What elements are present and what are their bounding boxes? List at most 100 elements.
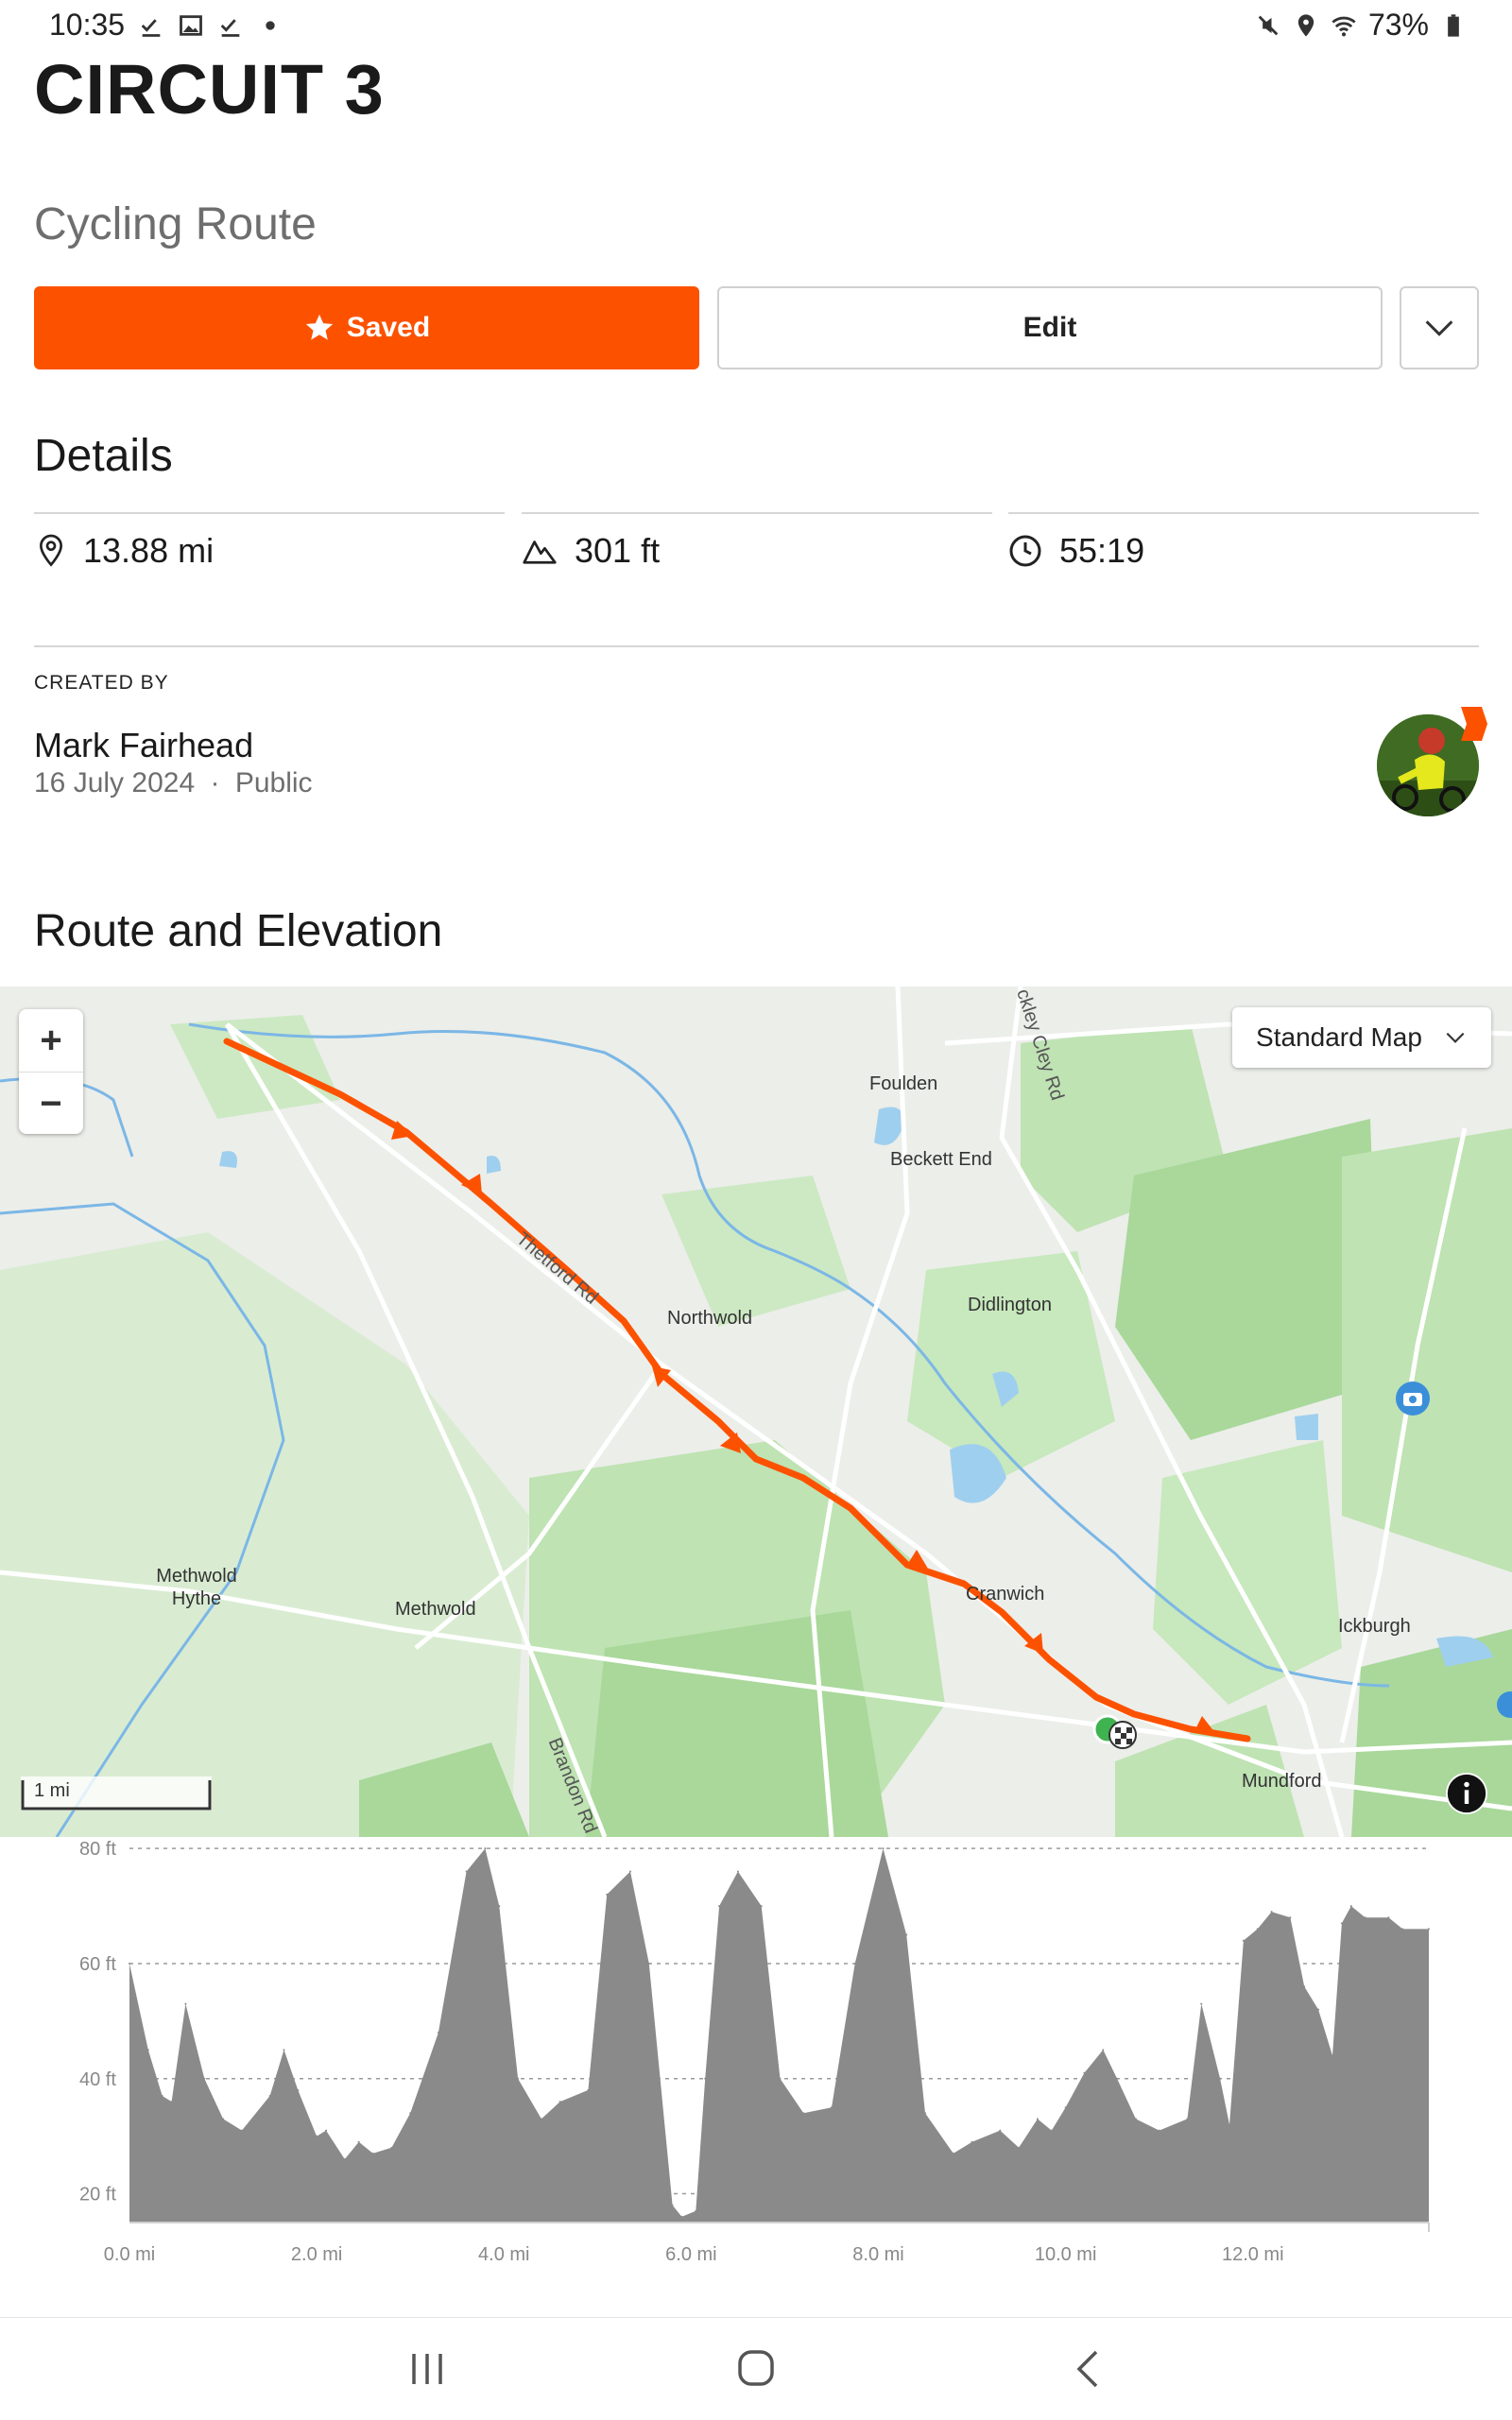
place-label-foulden: Foulden (869, 1073, 938, 1094)
elevation-point (1116, 2077, 1119, 2080)
stat-divider (34, 512, 505, 514)
elevation-point (1102, 2049, 1105, 2051)
map-info-button[interactable] (1446, 1773, 1487, 1814)
status-bar: 10:35 73% (0, 0, 1512, 51)
elevation-point (1158, 2129, 1160, 2132)
elevation-point (161, 2095, 163, 2098)
route-map[interactable]: Foulden Beckett End Northwold Didlington… (0, 987, 1512, 1837)
elevation-point (882, 1847, 885, 1850)
elevation-point (671, 2204, 674, 2206)
elevation-y-tick: 60 ft (79, 1954, 116, 1975)
place-label-cranwich: Cranwich (966, 1584, 1045, 1605)
map-canvas (0, 987, 1512, 1837)
elevation-point (222, 2118, 225, 2120)
elevation-point (1219, 2077, 1222, 2080)
wifi-icon (1332, 16, 1356, 36)
info-icon (1447, 1774, 1486, 1813)
edit-button[interactable]: Edit (717, 286, 1383, 369)
place-label-methwold-hythe: Methwold Hythe (156, 1566, 237, 1609)
elevation-x-tick: 6.0 mi (665, 2244, 716, 2265)
elevation-point (647, 1962, 650, 1965)
elevation-point (718, 1905, 721, 1908)
elevation-point (316, 2135, 318, 2137)
saved-button[interactable]: Saved (34, 286, 699, 369)
elevation-y-tick: 40 ft (79, 2069, 116, 2090)
elevation-point (1349, 1905, 1352, 1908)
elevation-point (587, 2088, 590, 2091)
elevation-point (146, 2049, 149, 2051)
elevation-point (129, 1962, 130, 1965)
elevation-point (170, 2101, 173, 2103)
elevation-point (268, 2095, 271, 2098)
created-date: 16 July 2024 (34, 767, 196, 798)
elevation-point (498, 1905, 501, 1908)
elevation-point (1289, 1916, 1292, 1919)
elevation-x-tick: 2.0 mi (291, 2244, 342, 2265)
chevron-down-icon (1425, 320, 1453, 336)
elevation-icon (523, 541, 557, 564)
zoom-out-button[interactable]: − (19, 1073, 83, 1135)
mute-icon (1258, 15, 1279, 35)
clock-icon (1009, 535, 1041, 567)
details-heading: Details (34, 431, 173, 481)
elevation-point (1256, 1928, 1259, 1931)
scale-bar-label: 1 mi (34, 1780, 70, 1801)
elevation-point (1200, 2002, 1203, 2005)
elevation-point (999, 2129, 1002, 2132)
route-type: Cycling Route (34, 199, 317, 249)
elevation-point (325, 2129, 328, 2132)
map-type-label: Standard Map (1256, 1022, 1422, 1052)
elevation-point (1083, 2071, 1086, 2074)
elevation-point (695, 2209, 697, 2212)
elevation-point (1050, 2129, 1053, 2132)
elevation-point (203, 2077, 206, 2080)
elevation-point (802, 2112, 805, 2115)
elevation-point (1064, 2106, 1067, 2109)
elevation-point (1401, 1928, 1404, 1931)
route-elevation-heading: Route and Elevation (34, 906, 443, 956)
back-icon[interactable] (1074, 2348, 1102, 2390)
elevation-point (606, 1893, 609, 1896)
elevation-chart-svg: 80 ft 60 ft 40 ft 20 ft 0.0 mi 2.0 mi 4.0 mi 6.… (79, 1839, 1430, 2265)
location-pin-icon (39, 534, 63, 567)
creator-name[interactable]: Mark Fairhead (34, 726, 253, 765)
map-type-selector[interactable]: Standard Map (1232, 1007, 1491, 1068)
home-icon[interactable] (737, 2348, 775, 2390)
stat-divider (1008, 512, 1479, 514)
elevation-point (465, 1870, 468, 1873)
elevation-stat: 301 ft (522, 525, 660, 576)
status-time: 10:35 (49, 8, 126, 42)
elevation-y-tick: 20 ft (79, 2185, 116, 2205)
elevation-point (1317, 2008, 1320, 2011)
place-label-methwold: Methwold (395, 1599, 476, 1620)
elevation-point (297, 2088, 300, 2091)
edit-button-label: Edit (1022, 312, 1077, 343)
elevation-point (628, 1870, 631, 1873)
distance-stat: 13.88 mi (36, 525, 214, 576)
elevation-point (1018, 2146, 1021, 2149)
time-stat: 55:19 (1008, 525, 1144, 576)
route-visibility: Public (234, 767, 313, 798)
zoom-controls: + − (19, 1009, 83, 1134)
elevation-point (952, 2152, 954, 2154)
elevation-x-tick: 8.0 mi (852, 2244, 903, 2265)
place-label-beckett-end: Beckett End (890, 1149, 992, 1170)
elevation-point (1036, 2118, 1039, 2120)
check-download-icon (141, 18, 161, 37)
elevation-point (517, 2077, 520, 2080)
elevation-point (760, 1905, 763, 1908)
check-download-icon-2 (220, 18, 240, 37)
stat-divider (522, 512, 992, 514)
chevron-down-icon (1446, 1032, 1465, 1043)
elevation-point (1270, 1911, 1273, 1914)
recent-apps-icon[interactable] (408, 2352, 446, 2386)
more-options-button[interactable] (1400, 286, 1479, 369)
elevation-chart[interactable]: 80 ft 60 ft 40 ft 20 ft 0.0 mi 2.0 mi 4.0 mi 6.… (0, 1837, 1512, 2272)
zoom-in-button[interactable]: + (19, 1009, 83, 1073)
notification-dot-icon (266, 20, 275, 30)
time-value: 55:19 (1059, 531, 1145, 570)
elevation-point (343, 2158, 346, 2161)
elevation-point (736, 1870, 739, 1873)
elevation-point (971, 2140, 973, 2143)
elevation-point (409, 2112, 412, 2115)
